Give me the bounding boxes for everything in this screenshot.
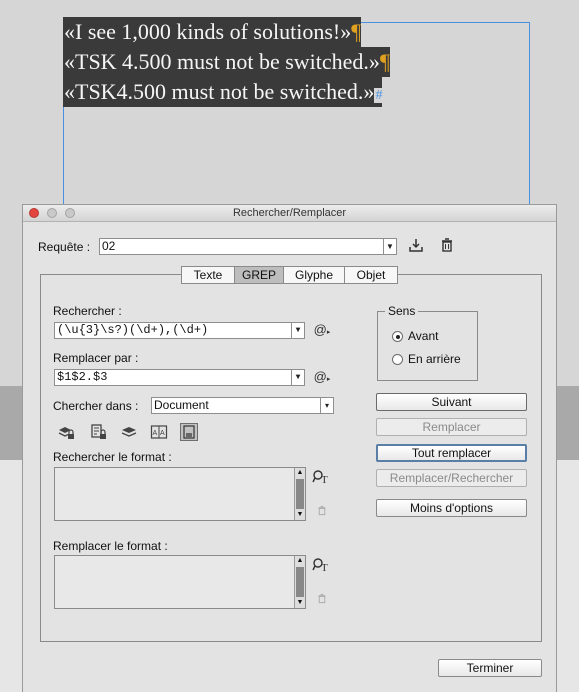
at-sign-icon[interactable]: @▸ — [313, 321, 331, 339]
svg-text:A: A — [160, 430, 165, 437]
tab-text[interactable]: Texte — [181, 266, 235, 284]
find-replace-dialog: Rechercher/Remplacer Requête : 02 ▼ Text… — [22, 204, 557, 692]
direction-backward-label[interactable]: En arrière — [408, 352, 461, 366]
query-select[interactable]: 02 ▼ — [99, 238, 397, 255]
find-format-box[interactable]: ▲ ▼ — [54, 467, 306, 521]
find-format-scrollbar[interactable]: ▲ ▼ — [294, 468, 305, 520]
format-icon[interactable]: T — [312, 469, 330, 487]
scroll-thumb[interactable] — [296, 567, 304, 597]
replace-find-button[interactable]: Remplacer/Rechercher — [376, 469, 527, 487]
master-pages-icon[interactable]: AA — [150, 423, 168, 441]
find-field[interactable]: (\u{3}\s?)(\d+),(\d+) ▼ — [54, 322, 305, 339]
titlebar: Rechercher/Remplacer — [23, 205, 556, 222]
direction-title: Sens — [385, 304, 419, 318]
chevron-down-icon: ▼ — [383, 239, 396, 254]
query-label: Requête : — [38, 240, 91, 254]
replace-button[interactable]: Remplacer — [376, 418, 527, 436]
text-line: «TSK 4.500 must not be switched.»¶ — [63, 47, 390, 77]
direction-backward-radio[interactable] — [392, 354, 403, 365]
tab-glyph[interactable]: Glyphe — [283, 266, 345, 284]
search-in-select[interactable]: Document ▾ — [151, 397, 334, 414]
find-label: Rechercher : — [53, 304, 122, 318]
trash-icon — [317, 593, 327, 607]
svg-text:A: A — [153, 430, 158, 437]
search-in-label: Chercher dans : — [53, 399, 139, 413]
query-value: 02 — [102, 239, 116, 253]
scroll-up-icon[interactable]: ▲ — [295, 468, 305, 478]
chevron-down-icon[interactable]: ▼ — [291, 323, 304, 338]
dialog-title: Rechercher/Remplacer — [232, 207, 347, 219]
find-format-label: Rechercher le format : — [53, 450, 172, 464]
tab-object[interactable]: Objet — [344, 266, 398, 284]
replace-all-button[interactable]: Tout remplacer — [376, 444, 527, 462]
scroll-up-icon[interactable]: ▲ — [295, 556, 305, 566]
locked-layers-icon[interactable] — [57, 423, 75, 441]
trash-icon — [317, 505, 327, 519]
format-icon[interactable]: T — [312, 557, 330, 575]
text-line: «TSK4.500 must not be switched.»# — [63, 77, 390, 107]
direction-forward-label[interactable]: Avant — [408, 329, 438, 343]
locked-stories-icon[interactable] — [89, 423, 107, 441]
done-button[interactable]: Terminer — [438, 659, 542, 677]
hidden-layers-icon[interactable] — [120, 423, 138, 441]
text-line: «I see 1,000 kinds of solutions!»¶ — [63, 17, 390, 47]
scroll-down-icon[interactable]: ▼ — [295, 598, 305, 608]
replace-field[interactable]: $1$2.$3 ▼ — [54, 369, 305, 386]
direction-forward-radio[interactable] — [392, 331, 403, 342]
direction-group — [377, 311, 478, 381]
save-query-icon[interactable] — [407, 237, 425, 255]
svg-text:T: T — [321, 474, 328, 485]
trash-icon[interactable] — [438, 237, 456, 255]
search-in-value: Document — [154, 398, 209, 412]
replace-format-label: Remplacer le format : — [53, 539, 168, 553]
replace-format-box[interactable]: ▲ ▼ — [54, 555, 306, 609]
fewer-options-button[interactable]: Moins d'options — [376, 499, 527, 517]
at-sign-icon[interactable]: @▸ — [313, 368, 331, 386]
scroll-thumb[interactable] — [296, 479, 304, 509]
replace-label: Remplacer par : — [53, 351, 139, 365]
tab-grep[interactable]: GREP — [234, 266, 284, 284]
replace-format-scrollbar[interactable]: ▲ ▼ — [294, 556, 305, 608]
selected-text[interactable]: «I see 1,000 kinds of solutions!»¶ «TSK … — [63, 17, 390, 107]
svg-text:T: T — [321, 562, 328, 573]
replace-value: $1$2.$3 — [57, 370, 108, 384]
chevron-down-icon[interactable]: ▼ — [291, 370, 304, 385]
chevron-down-icon: ▾ — [320, 398, 333, 413]
footnotes-icon[interactable] — [180, 423, 198, 441]
find-value: (\u{3}\s?)(\d+),(\d+) — [57, 323, 209, 337]
next-button[interactable]: Suivant — [376, 393, 527, 411]
scroll-down-icon[interactable]: ▼ — [295, 510, 305, 520]
